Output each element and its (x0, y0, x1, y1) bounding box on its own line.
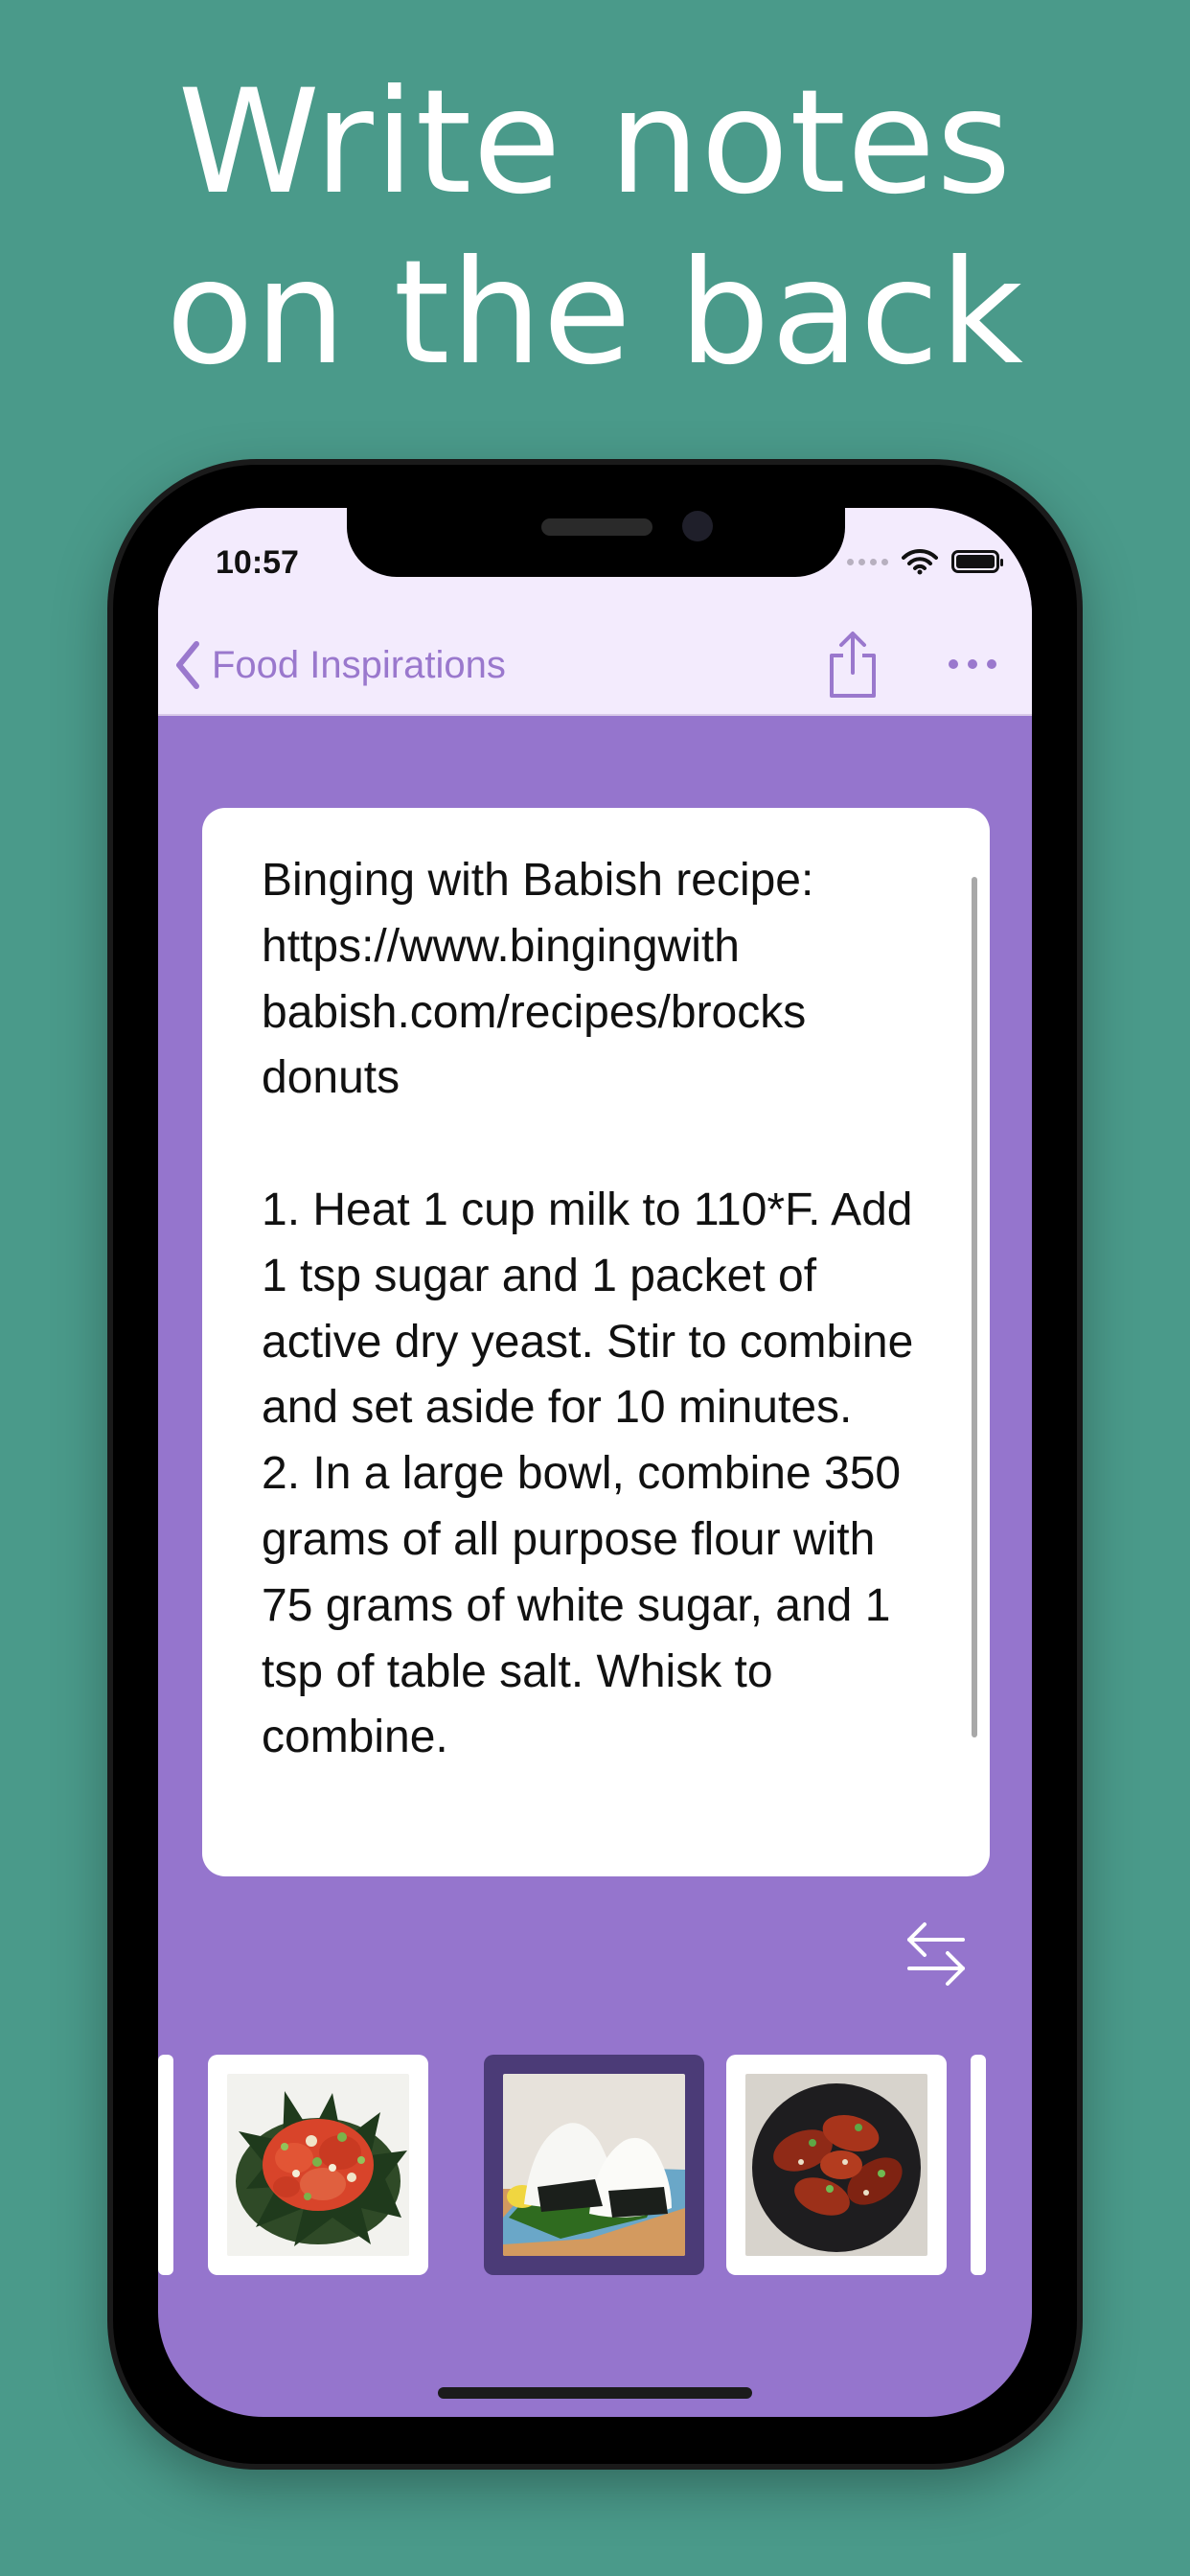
promo-headline: Write notes on the back (0, 58, 1190, 399)
flip-card-button[interactable] (904, 1917, 969, 1993)
note-card[interactable]: Binging with Babish recipe: https://www.… (202, 808, 990, 1876)
carousel-edge-card-left[interactable] (158, 2055, 173, 2275)
status-time: 10:57 (216, 544, 299, 581)
battery-icon (951, 550, 1003, 573)
more-button[interactable] (944, 650, 1001, 678)
promo-headline-line-1: Write notes (177, 59, 1013, 226)
home-indicator[interactable] (438, 2387, 752, 2399)
note-text[interactable]: Binging with Babish recipe: https://www.… (262, 848, 932, 1771)
back-button[interactable]: Food Inspirations (173, 640, 506, 690)
more-icon (949, 659, 996, 669)
swap-arrows-icon (907, 1922, 965, 1986)
back-button-label: Food Inspirations (212, 643, 506, 686)
status-icons (847, 548, 1003, 575)
carousel-edge-card-right[interactable] (971, 2055, 986, 2275)
phone-screen: 10:57 Food Inspirations Binging with Bab… (158, 508, 1032, 2417)
thumbnail-poke-bowl[interactable] (208, 2055, 428, 2275)
glazed-wings-image (745, 2074, 927, 2256)
onigiri-image (503, 2074, 685, 2256)
cellular-signal-icon (847, 558, 888, 565)
wifi-icon (902, 548, 938, 575)
front-camera (682, 511, 713, 541)
thumbnail-glazed-wings[interactable] (726, 2055, 947, 2275)
poke-bowl-image (227, 2074, 409, 2256)
card-carousel[interactable] (158, 2055, 1032, 2275)
share-icon (830, 632, 876, 698)
note-scrollbar[interactable] (972, 877, 977, 1737)
share-button[interactable] (824, 629, 881, 700)
promo-headline-line-2: on the back (166, 230, 1024, 397)
thumbnail-onigiri[interactable] (484, 2055, 704, 2275)
chevron-left-icon (176, 641, 199, 689)
speaker-grille (541, 518, 652, 536)
